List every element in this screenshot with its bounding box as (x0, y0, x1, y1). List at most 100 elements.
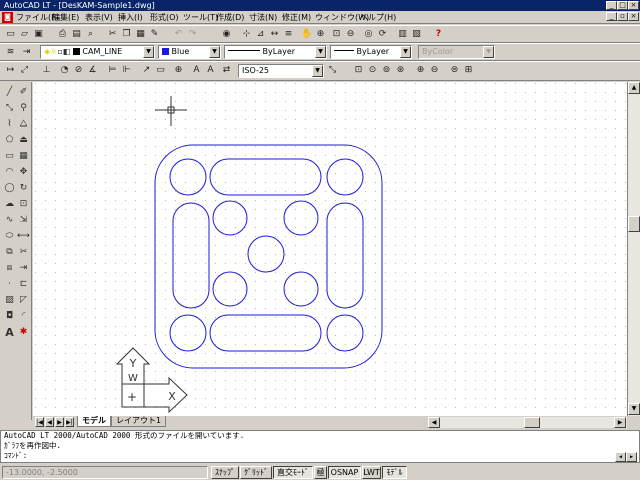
menu-tools[interactable]: ツール(T) (183, 12, 218, 23)
zoom-out-icon[interactable]: ⊖ (428, 64, 441, 77)
polyline-icon[interactable]: ⌇ (3, 118, 16, 131)
design-center-icon[interactable]: ▧ (410, 28, 423, 41)
command-scroll-left-icon[interactable]: ◀ (615, 452, 626, 462)
move-icon[interactable]: ✥ (17, 166, 30, 179)
print-icon[interactable]: ⎙ (56, 28, 69, 41)
lineweight-toggle[interactable]: LWT (362, 466, 381, 479)
fillet-icon[interactable]: ◜ (17, 310, 30, 323)
aligned-dim-icon[interactable]: ⤢ (18, 64, 31, 77)
menu-modify[interactable]: 修正(M) (282, 12, 311, 23)
redo-icon[interactable]: ↷ (186, 28, 199, 41)
prev-tab-icon[interactable]: ◀ (45, 417, 54, 427)
menu-format[interactable]: 形式(O) (150, 12, 179, 23)
chevron-down-icon[interactable]: ▼ (312, 65, 323, 77)
dimension-style-icon[interactable]: ⤡ (326, 64, 339, 77)
ucs-icon[interactable]: ⊿ (254, 28, 267, 41)
center-mark-icon[interactable]: ⊕ (172, 64, 185, 77)
open-icon[interactable]: ▱ (18, 28, 31, 41)
scroll-right-icon[interactable]: ▶ (614, 417, 626, 428)
chamfer-icon[interactable]: ◸ (17, 294, 30, 307)
angular-dim-icon[interactable]: ∡ (86, 64, 99, 77)
maximize-icon[interactable]: □ (617, 1, 628, 10)
scroll-up-icon[interactable]: ▲ (628, 82, 640, 94)
dimstyle-dropdown[interactable]: ISO-25 ▼ (238, 64, 324, 78)
chevron-down-icon[interactable]: ▼ (209, 46, 220, 58)
diameter-dim-icon[interactable]: ⊘ (72, 64, 85, 77)
menu-view[interactable]: 表示(V) (85, 12, 113, 23)
array-icon[interactable]: ▦ (17, 150, 30, 163)
region-icon[interactable]: ◘ (3, 310, 16, 323)
mtext-icon[interactable]: A (3, 326, 16, 339)
next-tab-icon[interactable]: ▶ (55, 417, 64, 427)
hatch-icon[interactable]: ▨ (3, 294, 16, 307)
menu-dimension[interactable]: 寸法(N) (249, 12, 277, 23)
doc-close-icon[interactable]: × (628, 12, 639, 21)
trim-icon[interactable]: ✂ (17, 246, 30, 259)
pan-icon[interactable]: ✋ (300, 28, 313, 41)
zoom-previous-icon[interactable]: ⊖ (344, 28, 357, 41)
preview-icon[interactable]: ▤ (70, 28, 83, 41)
tab-model[interactable]: モデル (77, 416, 111, 427)
last-tab-icon[interactable]: ▶| (65, 417, 74, 427)
doc-minimize-icon[interactable]: _ (606, 12, 617, 21)
doc-restore-icon[interactable]: ▫ (617, 12, 628, 21)
ordinate-dim-icon[interactable]: ⊥ (40, 64, 53, 77)
chevron-down-icon[interactable]: ▼ (143, 46, 154, 58)
distance-icon[interactable]: ↔ (268, 28, 281, 41)
menu-draw[interactable]: 作成(D) (216, 12, 244, 23)
menu-insert[interactable]: 挿入(I) (118, 12, 143, 23)
tab-layout1[interactable]: レイアウト1 (111, 416, 167, 427)
dimension-edit-icon[interactable]: A (190, 64, 203, 77)
tolerance-icon[interactable]: ▭ (154, 64, 167, 77)
scroll-left-icon[interactable]: ◀ (428, 417, 440, 428)
snap-toggle[interactable]: ｽﾅｯﾌﾟ (211, 466, 239, 479)
save-icon[interactable]: ▣ (32, 28, 45, 41)
line-icon[interactable]: ╱ (3, 86, 16, 99)
rectangle-icon[interactable]: ▭ (3, 150, 16, 163)
lengthen-icon[interactable]: ⟷ (17, 230, 30, 243)
document-icon[interactable]: ◙ (2, 12, 13, 23)
erase-icon[interactable]: ✐ (17, 86, 30, 99)
coordinate-readout[interactable]: -13.0000, -2.5000 (2, 466, 208, 479)
osnap-icon[interactable]: ⊹ (240, 28, 253, 41)
scale-icon[interactable]: ⊡ (17, 198, 30, 211)
chevron-down-icon[interactable]: ▼ (400, 46, 411, 58)
dimension-update-icon[interactable]: ⇄ (220, 64, 233, 77)
revcloud-icon[interactable]: ☁ (3, 198, 16, 211)
zoom-extents-icon[interactable]: ⊞ (462, 64, 475, 77)
command-window[interactable]: AutoCAD LT 2000/AutoCAD 2000 形式のファイルを開いて… (0, 430, 640, 463)
linear-dim-icon[interactable]: ↦ (4, 64, 17, 77)
linetype-dropdown[interactable]: ByLayer ▼ (224, 45, 327, 59)
menu-help[interactable]: ヘルプ(H) (360, 12, 396, 23)
make-block-icon[interactable]: ⧈ (3, 262, 16, 275)
grid-toggle[interactable]: ｸﾞﾘｯﾄﾞ (240, 466, 272, 479)
zoom-realtime-icon[interactable]: ⊕ (314, 28, 327, 41)
model-space-canvas[interactable]: Y W + X (33, 82, 627, 416)
zoom-in-icon[interactable]: ⊕ (414, 64, 427, 77)
explode-icon[interactable]: ✱ (17, 326, 30, 339)
zoom-all-icon[interactable]: ⊜ (448, 64, 461, 77)
continue-dim-icon[interactable]: ⊩ (120, 64, 133, 77)
mirror-icon[interactable]: ⧋ (17, 118, 30, 131)
zoom-dynamic-icon[interactable]: ⊙ (366, 64, 379, 77)
arc-icon[interactable]: ◠ (3, 166, 16, 179)
vertical-scrollbar[interactable]: ▲ ▼ (627, 82, 640, 416)
color-dropdown[interactable]: Blue ▼ (158, 45, 221, 59)
minimize-icon[interactable]: _ (606, 1, 617, 10)
zoom-center-icon[interactable]: ⊛ (394, 64, 407, 77)
paste-icon[interactable]: ▦ (134, 28, 147, 41)
zoom-window-icon[interactable]: ⊡ (330, 28, 343, 41)
insert-block-icon[interactable]: ⧉ (3, 246, 16, 259)
copy-icon[interactable]: ❐ (120, 28, 133, 41)
horizontal-scrollbar[interactable]: ◀ ▶ (428, 417, 627, 428)
drawing-area[interactable]: Y W + X (33, 82, 627, 416)
model-toggle[interactable]: ﾓﾃﾞﾙ (382, 466, 407, 479)
vertical-scroll-thumb[interactable] (628, 216, 640, 232)
help-icon[interactable]: ? (432, 28, 445, 41)
list-icon[interactable]: ≡ (282, 28, 295, 41)
command-prompt[interactable]: ｺﾏﾝﾄﾞ: (4, 451, 639, 461)
ellipse-icon[interactable]: ⬭ (3, 230, 16, 243)
radius-dim-icon[interactable]: ◔ (58, 64, 71, 77)
break-icon[interactable]: ⊏ (17, 278, 30, 291)
polar-toggle[interactable]: 極 (314, 466, 327, 479)
